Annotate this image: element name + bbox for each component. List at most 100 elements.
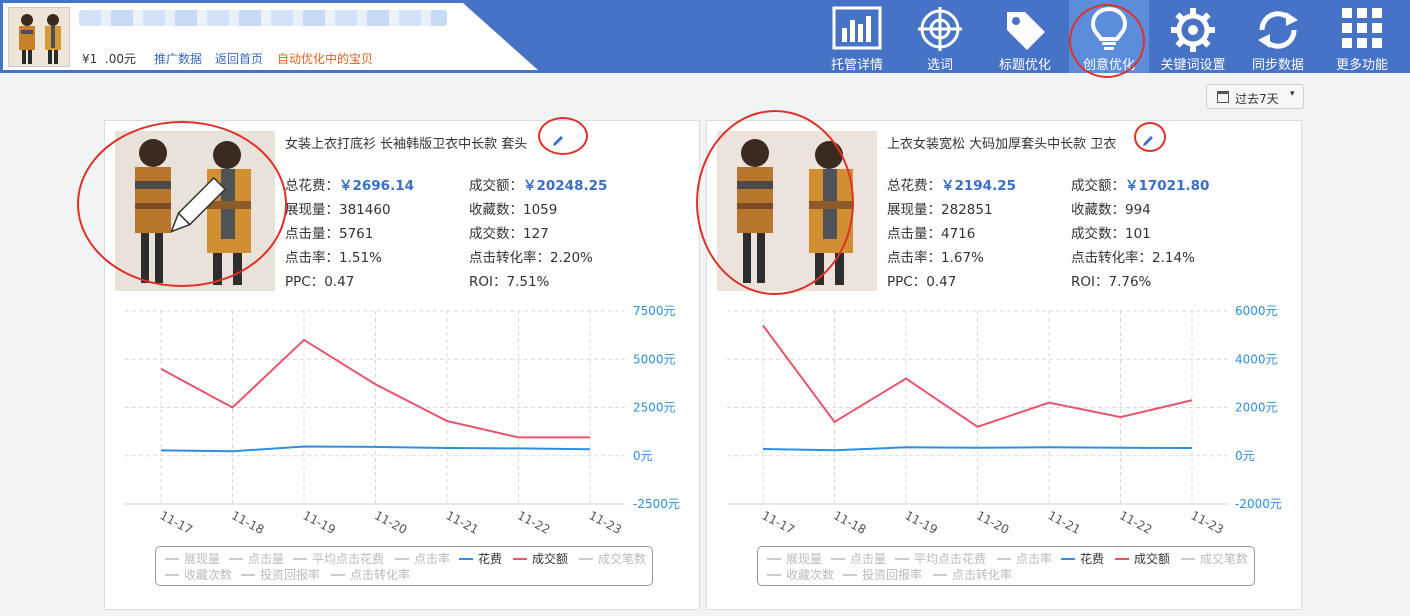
stat-ppc: PPC：0.47 [887, 274, 957, 290]
stat-impressions: 展现量：282851 [887, 202, 993, 218]
date-range-dropdown[interactable]: 过去7天 ▾ [1206, 84, 1304, 109]
trend-chart: 6000元 4000元 2000元 0元 -2000元 11-17 11-18 11-19 11… [727, 304, 1282, 537]
tag-icon [1007, 12, 1045, 50]
y-tick-label: 4000元 [1235, 352, 1278, 366]
chart-legend: 展现量 点击量 平均点击花费 点击率 花费 成交额 成交笔数 收藏次数 投资回报… [757, 546, 1255, 586]
chevron-down-icon: ▾ [1290, 89, 1295, 99]
x-tick-label: 11-19 [301, 508, 338, 537]
creative-title: 上衣女装宽松 大码加厚套头中长款 卫衣 [887, 137, 1117, 152]
lightbulb-icon [1090, 6, 1128, 50]
legend-item-clicks[interactable]: 点击量 [229, 550, 284, 567]
legend-item-conversion-rate[interactable]: 点击转化率 [933, 566, 1012, 583]
legend-item-ctr[interactable]: 点击率 [395, 550, 450, 567]
creative-title: 女装上衣打底衫 长袖韩版卫衣中长款 套头 [285, 137, 528, 152]
stat-clicks: 点击量：4716 [887, 226, 976, 242]
creative-card: 女装上衣打底衫 长袖韩版卫衣中长款 套头 总花费：￥2696.14 成交额：￥2… [104, 120, 700, 610]
nav-label: 关键词设置 [1160, 58, 1226, 73]
calendar-icon [1217, 91, 1229, 103]
nav-select-words[interactable]: 选词 [900, 0, 980, 73]
nav-label: 标题优化 [998, 58, 1051, 73]
stat-conversion-rate: 点击转化率：2.20% [469, 250, 593, 266]
nav-label: 托管详情 [830, 58, 883, 73]
creative-image[interactable] [717, 131, 877, 291]
stat-impressions: 展现量：381460 [285, 202, 391, 218]
y-tick-label: 6000元 [1235, 304, 1278, 318]
y-tick-label: -2000元 [1235, 497, 1282, 511]
target-icon [918, 7, 962, 51]
x-tick-label: 11-21 [1046, 508, 1083, 537]
pencil-icon[interactable] [551, 134, 565, 148]
y-tick-label: 2500元 [633, 401, 676, 415]
legend-item-favorites[interactable]: 收藏次数 [767, 566, 834, 583]
legend-item-impressions[interactable]: 展现量 [767, 550, 822, 567]
x-tick-label: 11-19 [903, 508, 940, 537]
stat-ctr: 点击率：1.67% [887, 250, 984, 266]
x-tick-label: 11-17 [760, 508, 797, 537]
legend-item-favorites[interactable]: 收藏次数 [165, 566, 232, 583]
x-tick-label: 11-23 [587, 508, 624, 537]
legend-item-ctr[interactable]: 点击率 [997, 550, 1052, 567]
stat-revenue: 成交额：￥17021.80 [1071, 178, 1210, 194]
trend-chart: 7500元 5000元 2500元 0元 -2500元 11-17 11-18 11-19 11… [125, 304, 680, 537]
legend-item-roi[interactable]: 投资回报率 [843, 566, 922, 583]
series-line [762, 446, 1193, 452]
y-tick-label: 5000元 [633, 352, 676, 366]
nav-label: 创意优化 [1082, 58, 1135, 73]
product-price: ¥1 .00元 [82, 52, 136, 66]
legend-item-revenue[interactable]: 成交额 [1115, 550, 1170, 567]
edit-overlay-icon[interactable] [159, 173, 229, 245]
legend-item-roi[interactable]: 投资回报率 [241, 566, 320, 583]
x-tick-label: 11-18 [229, 508, 266, 537]
top-bar: ¥1 .00元 推广数据 返回首页 自动优化中的宝贝 托管详情 选词 标题优化 [0, 0, 1410, 73]
creative-card: 上衣女装宽松 大码加厚套头中长款 卫衣 总花费：￥2194.25 成交额：￥17… [706, 120, 1302, 610]
x-tick-label: 11-22 [515, 508, 552, 537]
product-summary: ¥1 .00元 推广数据 返回首页 自动优化中的宝贝 [3, 3, 538, 70]
sync-icon [1258, 11, 1298, 49]
legend-item-order-count[interactable]: 成交笔数 [579, 550, 646, 567]
stat-total-spend: 总花费：￥2696.14 [285, 178, 414, 194]
stat-clicks: 点击量：5761 [285, 226, 374, 242]
y-tick-label: 0元 [1235, 449, 1255, 463]
x-tick-label: 11-20 [974, 508, 1011, 537]
stat-roi: ROI：7.76% [1071, 274, 1152, 290]
date-range-label: 过去7天 [1235, 92, 1279, 106]
chart-legend: 展现量 点击量 平均点击花费 点击率 花费 成交额 成交笔数 收藏次数 投资回报… [155, 546, 653, 586]
legend-item-avg-cpc[interactable]: 平均点击花费 [293, 550, 384, 567]
stat-ctr: 点击率：1.51% [285, 250, 382, 266]
auto-optimizing-items-link[interactable]: 自动优化中的宝贝 [277, 50, 373, 67]
x-tick-label: 11-21 [444, 508, 481, 537]
legend-item-spend[interactable]: 花费 [1061, 550, 1104, 567]
promo-data-link[interactable]: 推广数据 [154, 50, 202, 67]
stat-ppc: PPC：0.47 [285, 274, 355, 290]
stat-orders: 成交数：127 [469, 226, 549, 242]
back-home-link[interactable]: 返回首页 [215, 50, 263, 67]
stat-favorites: 收藏数：994 [1071, 202, 1151, 218]
legend-item-conversion-rate[interactable]: 点击转化率 [331, 566, 410, 583]
stat-conversion-rate: 点击转化率：2.14% [1071, 250, 1195, 266]
pencil-icon[interactable] [1141, 134, 1155, 148]
nav-keyword-settings[interactable]: 关键词设置 [1153, 0, 1233, 73]
product-thumbnail[interactable] [8, 7, 70, 67]
grid-icon [1342, 8, 1382, 48]
legend-item-spend[interactable]: 花费 [459, 550, 502, 567]
y-tick-label: 0元 [633, 449, 653, 463]
y-tick-label: 2000元 [1235, 401, 1278, 415]
legend-item-avg-cpc[interactable]: 平均点击花费 [895, 550, 986, 567]
legend-item-revenue[interactable]: 成交额 [513, 550, 568, 567]
legend-item-order-count[interactable]: 成交笔数 [1181, 550, 1248, 567]
stat-favorites: 收藏数：1059 [469, 202, 558, 218]
nav-sync-data[interactable]: 同步数据 [1238, 0, 1318, 73]
product-title-blurred [79, 10, 447, 26]
legend-item-impressions[interactable]: 展现量 [165, 550, 220, 567]
stat-orders: 成交数：101 [1071, 226, 1151, 242]
y-tick-label: -2500元 [633, 497, 680, 511]
stat-roi: ROI：7.51% [469, 274, 550, 290]
nav-title-optimize[interactable]: 标题优化 [985, 0, 1065, 73]
nav-hosting-details[interactable]: 托管详情 [817, 0, 897, 73]
legend-item-clicks[interactable]: 点击量 [831, 550, 886, 567]
x-tick-label: 11-22 [1117, 508, 1154, 537]
stat-total-spend: 总花费：￥2194.25 [887, 178, 1016, 194]
nav-more-features[interactable]: 更多功能 [1322, 0, 1402, 73]
nav-creative-optimize[interactable]: 创意优化 [1069, 0, 1149, 73]
nav-label: 选词 [926, 58, 953, 73]
